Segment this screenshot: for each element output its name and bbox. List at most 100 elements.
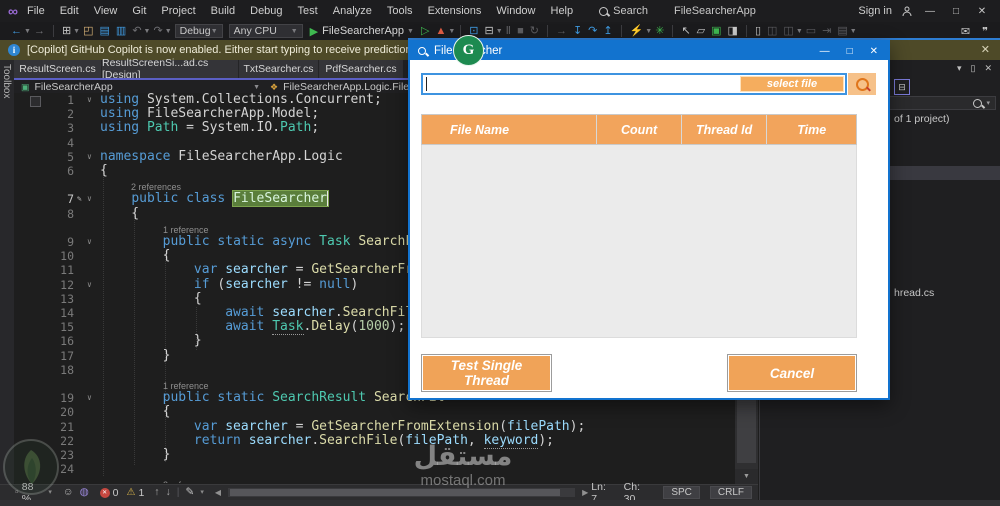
navigate-forward-icon[interactable]: → [34,25,45,37]
pin-icon[interactable]: ▯ [971,63,976,74]
notifications-icon[interactable]: ◍ [80,487,89,498]
send-feedback-icon[interactable]: ✉ [961,25,970,38]
switch-views-icon[interactable]: ⊟ [894,79,910,95]
stop-icon[interactable]: ■ [517,25,524,37]
error-count[interactable]: 0 [113,487,119,499]
fold-chevron-icon[interactable]: ∨ [87,93,92,107]
fold-chevron-icon[interactable]: ∨ [87,235,92,249]
properties-window-icon[interactable]: ◨ [728,25,738,37]
maximize-button[interactable]: □ [948,6,964,17]
save-all-icon[interactable]: ▥ [116,25,126,37]
menu-item-help[interactable]: Help [551,5,574,17]
line-number: 16 [60,334,74,349]
start-debugging-button[interactable]: ▶ FileSearcherApp ▼ [310,25,414,38]
sign-in-button[interactable]: Sign in [858,5,892,17]
close-icon[interactable]: ✕ [984,63,992,74]
menu-item-window[interactable]: Window [496,5,535,17]
tab-pdfsearcher-cs[interactable]: PdfSearcher.cs [319,60,404,78]
menu-item-project[interactable]: Project [161,5,195,17]
dialog-close-button[interactable]: ✕ [870,46,878,57]
error-icon[interactable]: ✕ [99,487,110,498]
scroll-right-arrow[interactable]: ▶ [582,488,588,497]
bookmark-icon[interactable]: ▯ [755,25,761,37]
editor-horizontal-scrollbar[interactable] [228,488,576,497]
navigate-backward-icon[interactable]: ← [11,25,22,37]
pause-icon[interactable]: Ⅱ [506,25,511,37]
warning-icon[interactable]: ⚠ [126,487,135,498]
open-file-icon[interactable]: ◰ [83,25,93,37]
menu-item-file[interactable]: File [27,5,45,17]
clear-bookmarks-icon[interactable]: ⇥ [822,25,831,37]
notification-close-icon[interactable]: ✕ [981,43,990,56]
prev-issue-icon[interactable]: ↑ [154,487,159,498]
live-unit-testing-icon[interactable]: ✳ [655,25,664,37]
suggest-feature-icon[interactable]: ❞ [982,25,988,38]
menu-bar: File Edit View Git Project Build Debug Test Anal… [27,5,573,17]
menu-item-edit[interactable]: Edit [60,5,79,17]
step-over-icon[interactable]: ↷ [588,25,597,37]
next-issue-icon[interactable]: ↓ [166,487,171,498]
minimize-button[interactable]: — [922,6,938,17]
fold-chevron-icon[interactable]: ∨ [87,278,92,292]
fold-chevron-icon[interactable]: ∨ [87,192,92,206]
undo-icon[interactable]: ↶ [132,25,141,37]
dialog-maximize-button[interactable]: □ [847,46,853,57]
tab-txtsearcher-cs[interactable]: TxtSearcher.cs [239,60,319,78]
redo-icon[interactable]: ↷ [153,25,162,37]
code-line-20: 20 { [14,405,735,420]
close-button[interactable]: ✕ [974,6,990,17]
sync-with-active-document-icon[interactable]: ▣ [711,25,721,37]
menu-item-view[interactable]: View [94,5,118,17]
menu-item-extensions[interactable]: Extensions [428,5,482,17]
fold-chevron-icon[interactable]: ∨ [87,150,92,164]
solution-node-label[interactable]: of 1 project) [894,113,949,125]
codelens-references[interactable]: 2 references [163,478,213,483]
test-single-thread-button[interactable]: Test Single Thread [421,354,552,392]
show-next-statement-icon[interactable]: → [556,25,567,37]
bookmark-folder-icon[interactable]: ▭ [806,25,816,37]
search-button[interactable] [848,73,876,95]
menu-item-analyze[interactable]: Analyze [333,5,372,17]
new-project-icon[interactable]: ⊞ [62,25,71,37]
dialog-minimize-button[interactable]: — [820,46,830,57]
command-window-icon[interactable]: ⊟ [484,25,493,37]
step-out-icon[interactable]: ↥ [603,25,612,37]
toolbox-side-tab[interactable]: Toolbox [0,60,15,500]
grammarly-icon[interactable]: G [453,35,484,66]
menu-item-build[interactable]: Build [211,5,235,17]
save-icon[interactable]: ▤ [100,25,110,37]
project-dropdown[interactable]: ▣ FileSearcherApp ▼ [14,81,260,93]
restart-icon[interactable]: ↻ [530,25,539,37]
menu-item-test[interactable]: Test [298,5,318,17]
menu-item-debug[interactable]: Debug [250,5,282,17]
start-without-debugging-icon[interactable]: ▷ [421,25,429,37]
solution-item-label[interactable]: hread.cs [894,287,934,299]
fold-chevron-icon[interactable]: ∨ [87,391,92,405]
spaces-indicator[interactable]: SPC [663,486,700,499]
menu-item-tools[interactable]: Tools [387,5,413,17]
options-icon[interactable]: ▤ [837,25,847,37]
prev-bookmark-icon[interactable]: ◫ [767,25,777,37]
next-bookmark-icon[interactable]: ◫ [783,25,793,37]
hot-reload-icon[interactable]: ▲ [435,25,446,37]
chevron-down-icon[interactable]: ▾ [957,63,962,74]
tab-resultscreensi-ad-cs-design-[interactable]: ResultScreenSi...ad.cs [Design] [102,57,239,81]
step-into-icon[interactable]: ↧ [573,25,582,37]
selection-pointer-icon[interactable]: ↖ [681,25,690,37]
quick-search-button[interactable]: Search [599,5,648,17]
find-symbol-icon[interactable]: ▱ [697,25,705,37]
solution-configurations-dropdown[interactable]: Debug ▼ [174,24,223,38]
solution-platforms-dropdown[interactable]: Any CPU ▼ [228,24,303,38]
code-text: using FileSearcherApp.Model; [100,106,320,122]
select-file-button[interactable]: select file [740,76,844,92]
run-tests-icon[interactable]: ⚡ [630,25,644,37]
feedback-smiley-icon[interactable]: ☺ [63,487,74,498]
code-cleanup-icon[interactable]: ✎ [186,487,195,498]
menu-item-git[interactable]: Git [132,5,146,17]
warning-count[interactable]: 1 [138,487,144,499]
scrollbar-thumb[interactable] [230,489,560,496]
tab-resultscreen-cs[interactable]: ResultScreen.cs [14,60,102,78]
cancel-button[interactable]: Cancel [727,354,857,392]
scroll-left-arrow[interactable]: ◀ [215,488,221,497]
line-ending-indicator[interactable]: CRLF [709,486,752,499]
